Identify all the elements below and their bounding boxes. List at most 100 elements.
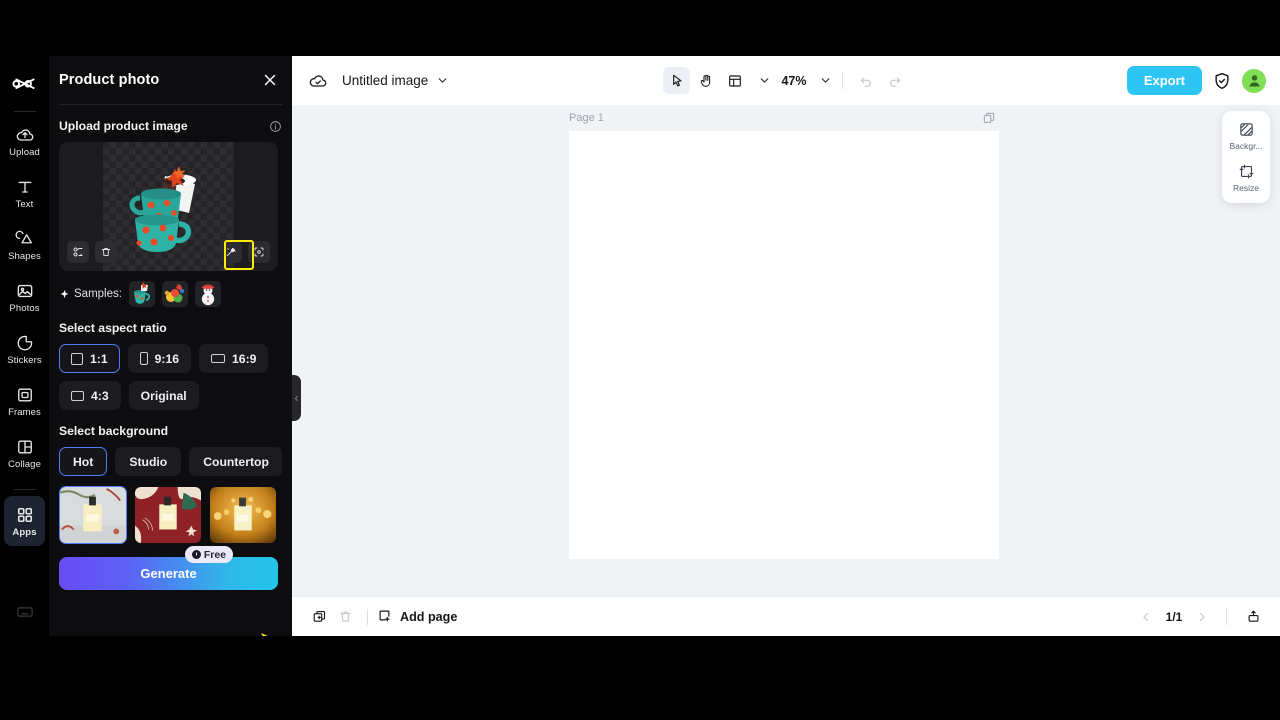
- magic-wand-icon[interactable]: [220, 241, 242, 263]
- bg-thumb-golden-bokeh[interactable]: [209, 486, 277, 544]
- sidebar-item-apps[interactable]: Apps: [4, 496, 45, 546]
- add-page-button[interactable]: Add page: [377, 608, 457, 626]
- floating-tool-panel: Backgr... Resize: [1222, 111, 1270, 203]
- aspect-label: Original: [140, 388, 187, 403]
- upload-section-header: Upload product image: [59, 119, 282, 133]
- cursor-arrow-icon[interactable]: [663, 67, 691, 94]
- info-icon[interactable]: [269, 120, 282, 133]
- bg-tab-studio[interactable]: Studio: [115, 447, 182, 476]
- delete-page-icon[interactable]: [332, 604, 358, 630]
- samples-row: Samples:: [59, 281, 282, 307]
- sidebar-item-label: Photos: [9, 302, 40, 314]
- bg-tab-countertop[interactable]: Countertop: [189, 447, 282, 476]
- page-indicator: 1/1: [1165, 609, 1183, 624]
- samples-label: Samples:: [59, 288, 122, 300]
- image-actions-left: [67, 241, 117, 263]
- trash-icon[interactable]: [95, 241, 117, 263]
- resize-tool-label: Resize: [1233, 183, 1259, 193]
- square-shape-icon: [71, 352, 83, 365]
- sidebar-item-photos[interactable]: Photos: [4, 272, 45, 322]
- chevron-down-icon[interactable]: [436, 74, 449, 87]
- sidebar-item-label: Upload: [9, 146, 40, 158]
- aspect-option-1-1[interactable]: 1:1: [59, 344, 120, 373]
- aspect-option-16-9[interactable]: 16:9: [199, 344, 269, 373]
- avatar[interactable]: [1242, 68, 1266, 93]
- keyboard-icon[interactable]: [15, 602, 35, 622]
- photos-icon: [15, 281, 35, 301]
- sample-candy[interactable]: [161, 281, 188, 307]
- canvas-page[interactable]: [569, 131, 999, 559]
- document-title[interactable]: Untitled image: [342, 73, 428, 88]
- left-rail: Upload Text Shapes Photos Stickers Frame…: [0, 56, 49, 636]
- background-tool[interactable]: Backgr...: [1224, 119, 1268, 153]
- export-button[interactable]: Export: [1126, 66, 1202, 95]
- portrait-shape-icon: [139, 352, 148, 365]
- resize-tool[interactable]: Resize: [1224, 161, 1268, 195]
- generate-area: Generate Free: [59, 546, 282, 590]
- export-pages-icon[interactable]: [1240, 604, 1266, 630]
- shield-check-icon[interactable]: [1212, 71, 1232, 91]
- toolbar-right-controls: Export: [1126, 66, 1266, 95]
- aspect-label: 16:9: [232, 351, 257, 366]
- top-toolbar: Untitled image 47% Export: [292, 56, 1280, 105]
- hand-icon[interactable]: [692, 67, 719, 94]
- sidebar-item-text[interactable]: Text: [4, 168, 45, 218]
- background-category-tabs: Hot Studio Countertop C: [59, 447, 282, 476]
- bg-tab-label: Studio: [129, 454, 168, 469]
- bg-thumb-winter-snow[interactable]: [59, 486, 127, 544]
- sidebar-item-frames[interactable]: Frames: [4, 376, 45, 426]
- bg-tab-label: Hot: [73, 454, 94, 469]
- sidebar-item-upload[interactable]: Upload: [4, 116, 45, 166]
- product-image-mugs: [129, 166, 196, 252]
- rail-bottom-area: [0, 602, 49, 622]
- upload-preview[interactable]: [59, 142, 278, 271]
- close-icon[interactable]: [261, 71, 279, 89]
- add-page-label: Add page: [400, 609, 458, 624]
- next-page-button[interactable]: [1191, 606, 1213, 628]
- sidebar-item-label: Shapes: [8, 250, 41, 262]
- text-icon: [15, 177, 35, 197]
- undo-icon[interactable]: [853, 67, 880, 94]
- sidebar-item-shapes[interactable]: Shapes: [4, 220, 45, 270]
- free-badge-label: Free: [203, 548, 226, 561]
- sidebar-item-label: Text: [15, 198, 34, 210]
- aspect-ratio-options: 1:1 9:16 16:9 4:3 Original: [59, 344, 282, 410]
- frames-icon: [15, 385, 35, 405]
- bottom-divider: [367, 608, 368, 625]
- sample-mugs[interactable]: [128, 281, 155, 307]
- swap-image-icon[interactable]: [67, 241, 89, 263]
- section-title: Upload product image: [59, 119, 188, 133]
- stickers-icon: [15, 333, 35, 353]
- aspect-option-original[interactable]: Original: [128, 381, 199, 410]
- canvas-area[interactable]: Page 1 Backgr... Resize: [292, 105, 1280, 596]
- layout-icon[interactable]: [721, 67, 748, 94]
- samples-label-text: Samples:: [74, 288, 122, 300]
- collage-icon: [15, 437, 35, 457]
- section-title: Select aspect ratio: [59, 321, 167, 335]
- expand-icon[interactable]: [248, 241, 270, 263]
- generate-button[interactable]: Generate: [59, 557, 278, 590]
- redo-icon[interactable]: [882, 67, 909, 94]
- page-title: Product photo: [59, 72, 160, 88]
- free-badge: Free: [184, 546, 233, 563]
- aspect-option-9-16[interactable]: 9:16: [127, 344, 192, 373]
- zoom-chevron-down-icon[interactable]: [819, 74, 832, 87]
- duplicate-page-icon[interactable]: [982, 111, 996, 125]
- sidebar-item-stickers[interactable]: Stickers: [4, 324, 45, 374]
- capcut-logo-icon[interactable]: [10, 72, 40, 102]
- layout-chevron-down-icon[interactable]: [758, 74, 771, 87]
- page-label: Page 1: [569, 112, 604, 124]
- product-photo-panel: Product photo Upload product image Sampl…: [49, 56, 292, 636]
- prev-page-button[interactable]: [1135, 606, 1157, 628]
- aspect-label: 1:1: [90, 351, 108, 366]
- rail-item-list: Upload Text Shapes Photos Stickers Frame…: [0, 116, 49, 546]
- sidebar-item-collage[interactable]: Collage: [4, 428, 45, 478]
- aspect-section-header: Select aspect ratio: [59, 321, 282, 335]
- bottom-divider-2: [1226, 608, 1227, 625]
- panel-collapse-handle[interactable]: [292, 375, 301, 421]
- duplicate-icon[interactable]: [306, 604, 332, 630]
- aspect-option-4-3[interactable]: 4:3: [59, 381, 121, 410]
- sample-snowman[interactable]: [194, 281, 221, 307]
- bg-tab-hot[interactable]: Hot: [59, 447, 108, 476]
- bg-thumb-red-festive[interactable]: [134, 486, 202, 544]
